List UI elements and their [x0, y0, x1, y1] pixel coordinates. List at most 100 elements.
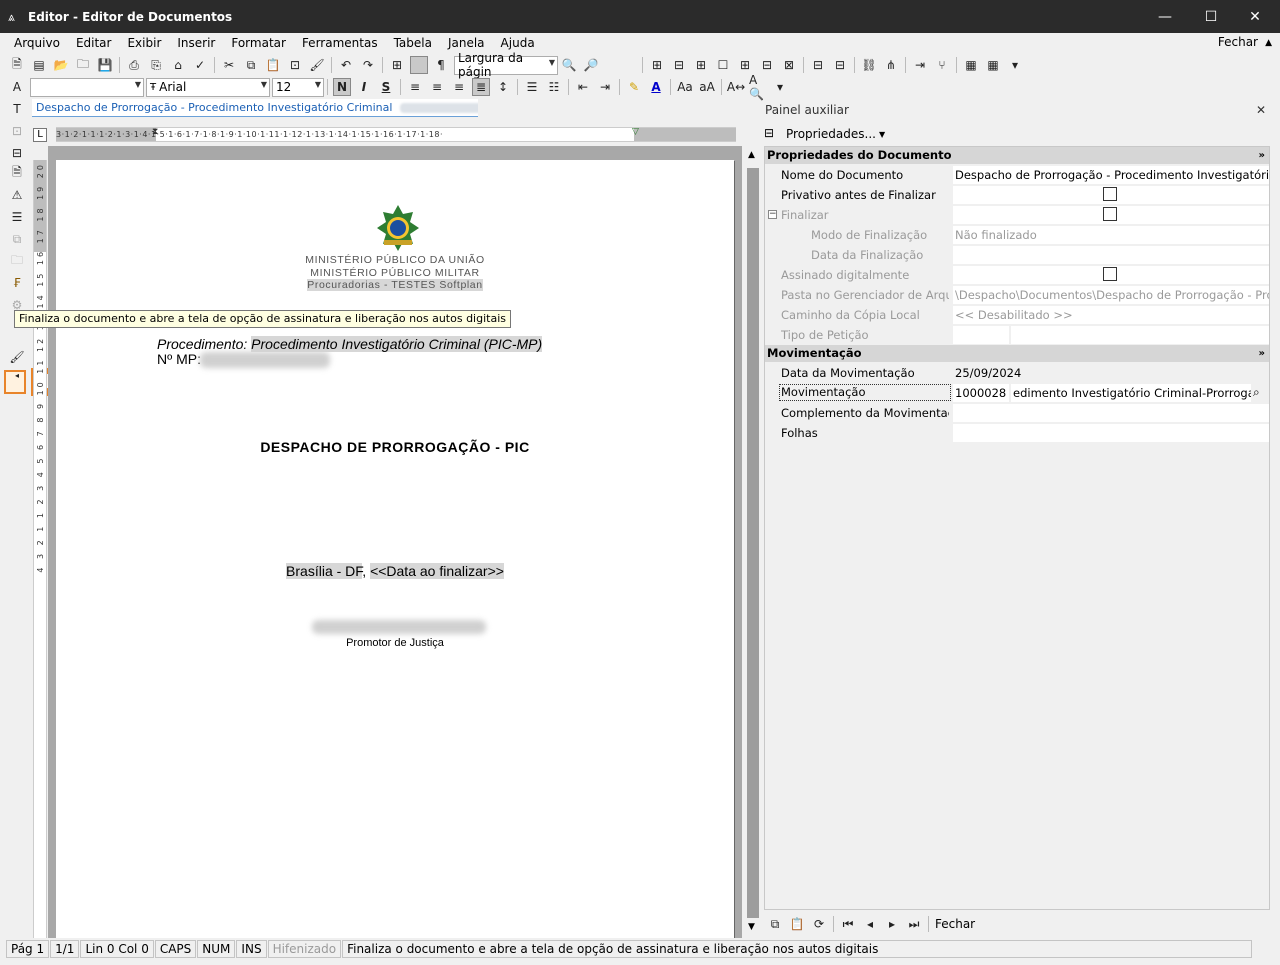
open-recent-icon[interactable]: 🗀 — [74, 56, 92, 74]
align-left-icon[interactable]: ≡ — [406, 78, 424, 96]
complemento-value[interactable] — [953, 404, 1269, 422]
menu-inserir[interactable]: Inserir — [169, 36, 223, 50]
minimize-icon[interactable]: — — [1142, 0, 1188, 33]
first-icon[interactable]: ⏮ — [839, 915, 857, 933]
save-icon[interactable]: 💾 — [96, 56, 114, 74]
pilcrow-icon[interactable]: ¶ — [432, 56, 450, 74]
table-grid-icon[interactable] — [410, 56, 428, 74]
underline-button[interactable]: S — [377, 78, 395, 96]
align-justify-icon[interactable]: ≣ — [472, 78, 490, 96]
grid-icon[interactable]: ▦ — [962, 56, 980, 74]
collapse-icon[interactable]: − — [768, 210, 777, 219]
menu-formatar[interactable]: Formatar — [223, 36, 294, 50]
table-delete-icon[interactable]: ⊠ — [780, 56, 798, 74]
more-icon[interactable]: ▾ — [1006, 56, 1024, 74]
refresh-icon[interactable]: ⟳ — [810, 915, 828, 933]
list-icon[interactable]: ☰ — [8, 208, 26, 226]
highlight-icon[interactable]: ✎ — [625, 78, 643, 96]
search-icon[interactable]: ⌕ — [1253, 385, 1260, 400]
privativo-checkbox[interactable] — [1103, 187, 1117, 201]
link-icon[interactable]: ⛓ — [860, 56, 878, 74]
nome-value[interactable]: Despacho de Prorrogação - Procedimento I… — [953, 166, 1269, 184]
document-canvas[interactable]: MINISTÉRIO PÚBLICO DA UNIÃO MINISTÉRIO P… — [48, 146, 742, 938]
menu-arquivo[interactable]: Arquivo — [6, 36, 68, 50]
table-row-icon[interactable]: ⊟ — [670, 56, 688, 74]
open-folder-icon[interactable]: 📂 — [52, 56, 70, 74]
chevron-up-icon[interactable]: ▲ — [1265, 38, 1272, 48]
paste-icon[interactable]: 📋 — [264, 56, 282, 74]
table-col-icon[interactable]: ⊞ — [692, 56, 710, 74]
tab-stop-selector[interactable]: L — [33, 128, 47, 142]
uppercase-icon[interactable]: Aa — [676, 78, 694, 96]
chevron-left-icon[interactable]: ◂ — [8, 366, 26, 384]
cut-icon[interactable]: ✂ — [220, 56, 238, 74]
bullet-list-icon[interactable]: ☰ — [523, 78, 541, 96]
folhas-value[interactable] — [953, 424, 1269, 442]
section-movimentacao[interactable]: Movimentação » — [765, 345, 1269, 362]
indent-icon[interactable]: ⇥ — [911, 56, 929, 74]
font-color-icon[interactable]: A — [647, 78, 665, 96]
print-preview-icon[interactable]: ⎘ — [147, 56, 165, 74]
finalizar-checkbox[interactable] — [1103, 207, 1117, 221]
scroll-down-icon[interactable]: ▼ — [748, 922, 755, 932]
decrease-indent-icon[interactable]: ⇤ — [574, 78, 592, 96]
numbered-list-icon[interactable]: ☷ — [545, 78, 563, 96]
movimentacao-code[interactable]: 1000028 — [953, 384, 1009, 402]
horizontal-ruler[interactable]: 3·1·2·1·1·1·2·1·3·1·4·1·5·1·6·1·7·1·8·1·… — [56, 127, 736, 142]
movimentacao-desc[interactable]: edimento Investigatório Criminal-Prorrog… — [1011, 384, 1251, 402]
align-center-icon[interactable]: ≡ — [428, 78, 446, 96]
menu-tabela[interactable]: Tabela — [386, 36, 440, 50]
print-icon[interactable]: ⎙ — [125, 56, 143, 74]
menu-close-button[interactable]: Fechar — [1218, 35, 1258, 49]
table-border-icon[interactable]: ☐ — [714, 56, 732, 74]
menu-ajuda[interactable]: Ajuda — [493, 36, 543, 50]
menu-janela[interactable]: Janela — [440, 36, 493, 50]
grid2-icon[interactable]: ▦ — [984, 56, 1002, 74]
replace-icon[interactable]: A↔ — [727, 78, 745, 96]
redo-icon[interactable]: ↷ — [359, 56, 377, 74]
finalize-icon[interactable]: ₣ — [8, 274, 26, 292]
increase-indent-icon[interactable]: ⇥ — [596, 78, 614, 96]
copy-icon[interactable]: ⧉ — [242, 56, 260, 74]
more-icon[interactable]: ▾ — [771, 78, 789, 96]
variables-icon[interactable]: ⊟ — [8, 144, 26, 162]
close-icon[interactable]: ✕ — [1232, 0, 1278, 33]
document-page[interactable]: MINISTÉRIO PÚBLICO DA UNIÃO MINISTÉRIO P… — [56, 160, 734, 938]
data-movimentacao-value[interactable]: 25/09/2024 — [953, 364, 1269, 382]
find-text-icon[interactable]: A🔍 — [749, 73, 767, 101]
branch-icon[interactable]: ⑂ — [933, 56, 951, 74]
styles-icon[interactable]: A — [8, 78, 26, 96]
menu-editar[interactable]: Editar — [68, 36, 120, 50]
scroll-thumb[interactable] — [747, 168, 759, 918]
last-icon[interactable]: ⏭ — [905, 915, 923, 933]
section-document-properties[interactable]: Propriedades do Documento » — [765, 147, 1269, 164]
maximize-icon[interactable]: ☐ — [1188, 0, 1234, 33]
paste-special-icon[interactable]: ⊡ — [286, 56, 304, 74]
right-indent-marker[interactable]: ▽ — [632, 128, 639, 137]
document-tab[interactable]: Despacho de Prorrogação - Procedimento I… — [32, 99, 478, 117]
align-right-icon[interactable]: ≡ — [450, 78, 468, 96]
prev-icon[interactable]: ◂ — [861, 915, 879, 933]
template-icon[interactable]: 🗎 — [8, 164, 26, 182]
new-icon[interactable]: ▤ — [30, 56, 48, 74]
properties-button[interactable]: ⊟ Propriedades... ▼ — [764, 124, 885, 144]
text-tool-icon[interactable]: T — [8, 100, 26, 118]
table-merge-icon[interactable]: ⊟ — [758, 56, 776, 74]
font-combo[interactable]: Ŧ Arial ▼ — [146, 77, 270, 97]
align-mid-icon[interactable]: ⊟ — [831, 56, 849, 74]
zoom-icon[interactable]: 🔎 — [582, 56, 600, 74]
style-combo[interactable]: ▼ — [30, 77, 144, 97]
copy-icon[interactable]: ⧉ — [766, 915, 784, 933]
undo-icon[interactable]: ↶ — [337, 56, 355, 74]
font-size-combo[interactable]: 12 ▼ — [272, 77, 324, 97]
find-icon[interactable]: 🔍 — [560, 56, 578, 74]
bold-button[interactable]: N — [333, 78, 351, 96]
paint-icon[interactable]: 🖌 — [8, 348, 26, 366]
spellcheck-icon[interactable]: ✓ — [191, 56, 209, 74]
paste-icon[interactable]: 📋 — [788, 915, 806, 933]
close-icon[interactable]: ✕ — [1256, 100, 1266, 120]
format-painter-icon[interactable]: 🖌 — [308, 56, 326, 74]
line-spacing-icon[interactable]: ↕ — [494, 78, 512, 96]
align-top-icon[interactable]: ⊟ — [809, 56, 827, 74]
collapse-icon[interactable]: » — [1259, 345, 1265, 362]
